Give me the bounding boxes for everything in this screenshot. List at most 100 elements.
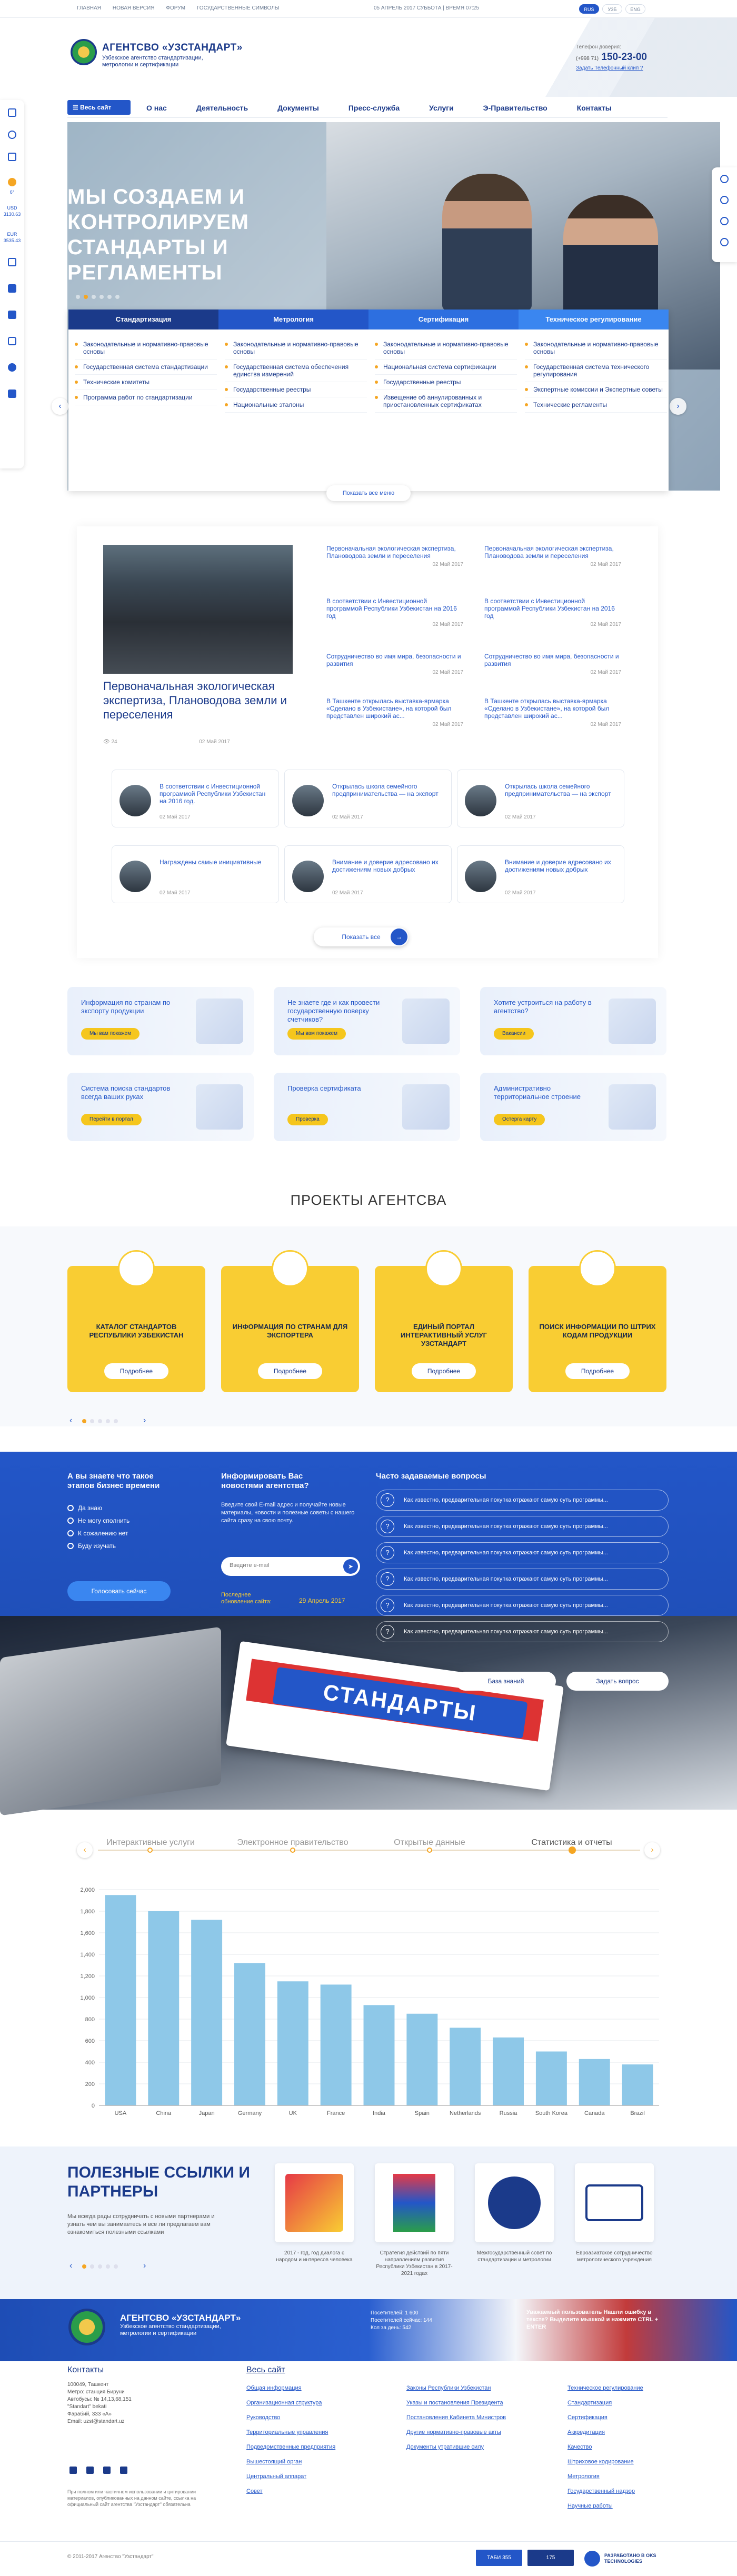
poll-option[interactable]: Да знаю	[67, 1504, 130, 1512]
news-card[interactable]: Внимание и доверие адресовано их достиже…	[284, 845, 452, 903]
accessibility-icon[interactable]	[720, 196, 729, 204]
chart-bar[interactable]	[105, 1895, 136, 2105]
twitter-icon[interactable]	[69, 2467, 77, 2474]
chart-bar[interactable]	[320, 1984, 352, 2105]
service-card-territory[interactable]: Административно территориальное строение…	[480, 1073, 666, 1141]
login-icon[interactable]	[8, 108, 16, 117]
chart-bar[interactable]	[363, 2005, 395, 2105]
links-dot[interactable]	[98, 2264, 102, 2269]
timeline-item[interactable]: Электронное правительство	[235, 1838, 351, 1848]
tab-link[interactable]: Государственные реестры	[225, 382, 367, 397]
footer-link[interactable]: Законы Республики Узбекистан	[406, 2384, 538, 2392]
footer-site-title[interactable]: Весь сайт	[246, 2365, 285, 2375]
links-dot[interactable]	[90, 2264, 94, 2269]
tab-link[interactable]: Государственные реестры	[375, 375, 517, 390]
poll-option[interactable]: Буду изучать	[67, 1542, 130, 1550]
logo-title[interactable]: АГЕНТСВО «УЗСТАНДАРТ»	[102, 42, 243, 54]
instagram-icon[interactable]	[8, 337, 16, 345]
twitter-icon[interactable]	[8, 363, 16, 372]
project-card-portal[interactable]: ЕДИНЫЙ ПОРТАЛ ИНТЕРАКТИВНЫЙ УСЛУГ УЗСТАН…	[375, 1250, 513, 1392]
project-card-catalog[interactable]: КАТАЛОГ СТАНДАРТОВ РЕСПУБЛИКИ УЗБЕКИСТАН…	[67, 1250, 205, 1392]
nav-item-documents[interactable]: Документы	[277, 104, 319, 112]
calculator-icon[interactable]	[8, 258, 16, 266]
project-card-export[interactable]: ИНФОРМАЦИЯ ПО СТРАНАМ ДЛЯ ЭКСПОРТЕРА Подр…	[221, 1250, 359, 1392]
project-more-button[interactable]: Подробнее	[104, 1363, 168, 1379]
service-button[interactable]: Остерга карту	[494, 1114, 545, 1125]
footer-link[interactable]: Вышестоящий орган	[246, 2458, 362, 2465]
tab-link[interactable]: Технические комитеты	[75, 375, 217, 390]
tab-link[interactable]: Государственная система технического рег…	[525, 360, 667, 382]
timeline-next-arrow-icon[interactable]: ›	[644, 1842, 660, 1858]
counter-badge-2[interactable]: 175	[527, 2550, 574, 2566]
top-link-home[interactable]: ГЛАВНАЯ	[77, 5, 101, 11]
footer-link[interactable]: Научные работы	[567, 2502, 673, 2510]
projects-dot[interactable]	[82, 1419, 86, 1423]
service-button[interactable]: Проверка	[287, 1114, 328, 1125]
tab-link[interactable]: Программа работ по стандартизации	[75, 390, 217, 405]
developer-credit[interactable]: РАЗРАБОТАНО В OKS TECHNOLOGIES	[604, 2553, 668, 2564]
news-item[interactable]: Первоначальная экологическая экспертиза,…	[326, 545, 463, 567]
chart-bar[interactable]	[148, 1911, 180, 2105]
tab-certification[interactable]: Сертификация	[368, 309, 519, 330]
service-card-vacancies[interactable]: Хотите устроиться на работу в агентство?…	[480, 987, 666, 1055]
service-card-export-info[interactable]: Информация по странам по экспорту продук…	[67, 987, 254, 1055]
footer-link[interactable]: Подведомственные предприятия	[246, 2443, 362, 2451]
nav-item-services[interactable]: Услуги	[429, 104, 454, 112]
all-site-button[interactable]: ☰ Весь сайт	[67, 100, 131, 115]
news-main-title[interactable]: Первоначальная экологическая экспертиза,…	[103, 679, 293, 722]
hero-prev-arrow-icon[interactable]: ‹	[52, 398, 68, 415]
tab-link[interactable]: Экспертные комиссии и Экспертные советы	[525, 382, 667, 397]
footer-link[interactable]: Совет	[246, 2488, 362, 2495]
links-dot[interactable]	[114, 2264, 118, 2269]
google-plus-icon[interactable]	[8, 284, 16, 293]
top-link-forum[interactable]: ФОРУМ	[166, 5, 185, 11]
footer-link[interactable]: Руководство	[246, 2414, 362, 2421]
hero-dot[interactable]	[76, 295, 80, 299]
nav-item-contacts[interactable]: Контакты	[577, 104, 612, 112]
footer-link[interactable]: Организационная структура	[246, 2399, 362, 2407]
chart-bar[interactable]	[234, 1963, 265, 2105]
news-item[interactable]: Сотрудничество во имя мира, безопасности…	[484, 653, 621, 675]
hero-next-arrow-icon[interactable]: ›	[670, 398, 686, 415]
news-card[interactable]: Открылась школа семейного предпринимател…	[457, 770, 624, 827]
facebook-icon[interactable]	[8, 311, 16, 319]
news-item[interactable]: В соответствии с Инвестиционной программ…	[484, 597, 621, 627]
partner-year-2017[interactable]: 2017 - год, год диалога с народом и инте…	[275, 2163, 354, 2263]
timeline-prev-arrow-icon[interactable]: ‹	[77, 1842, 93, 1858]
faq-item[interactable]: ? Как известно, предварительная покупка о…	[376, 1516, 669, 1537]
chart-bar[interactable]	[579, 2059, 610, 2105]
faq-item[interactable]: ? Как известно, предварительная покупка о…	[376, 1542, 669, 1563]
footer-link[interactable]: Общая информация	[246, 2384, 362, 2392]
news-item[interactable]: Сотрудничество во имя мира, безопасности…	[326, 653, 463, 675]
show-all-menu-button[interactable]: Показать все меню	[326, 485, 411, 501]
tab-link[interactable]: Законодательные и нормативно-правовые ос…	[225, 337, 367, 360]
address-line[interactable]: Email: uzst@standart.uz	[67, 2418, 132, 2425]
lang-uzb[interactable]: УЗБ	[602, 4, 622, 14]
news-item[interactable]: В Ташкенте открылась выставка-ярмарка «С…	[484, 697, 621, 727]
facebook-icon[interactable]	[86, 2467, 94, 2474]
news-main-image[interactable]	[103, 545, 293, 674]
news-show-all-button[interactable]: Показать все →	[314, 927, 409, 946]
footer-link[interactable]: Стандартизация	[567, 2399, 673, 2407]
nav-item-about[interactable]: О нас	[146, 104, 167, 112]
knowledge-base-button[interactable]: База знаний	[456, 1672, 556, 1691]
send-icon[interactable]: ➤	[343, 1559, 358, 1574]
chart-bar[interactable]	[450, 2028, 481, 2105]
tab-link[interactable]: Извещение об аннулированных и приостанов…	[375, 390, 517, 413]
poll-vote-button[interactable]: Голосовать сейчас	[67, 1581, 171, 1601]
project-more-button[interactable]: Подробнее	[412, 1363, 476, 1379]
mail-icon[interactable]	[720, 217, 729, 225]
projects-next-arrow-icon[interactable]: ›	[143, 1416, 146, 1425]
hero-dot[interactable]	[92, 295, 96, 299]
footer-link[interactable]: Государственный надзор	[567, 2488, 673, 2495]
instagram-icon[interactable]	[103, 2467, 111, 2474]
projects-dot[interactable]	[90, 1419, 94, 1423]
news-card[interactable]: Внимание и доверие адресовано их достиже…	[457, 845, 624, 903]
tab-link[interactable]: Законодательные и нормативно-правовые ос…	[75, 337, 217, 360]
chart-bar[interactable]	[493, 2037, 524, 2105]
footer-link[interactable]: Территориальные управления	[246, 2429, 362, 2436]
linkedin-icon[interactable]	[8, 390, 16, 398]
service-card-certificate-check[interactable]: Проверка сертификата Проверка	[274, 1073, 460, 1141]
service-card-standards-search[interactable]: Система поиска стандартов всегда ваших р…	[67, 1073, 254, 1141]
linkedin-icon[interactable]	[120, 2467, 127, 2474]
